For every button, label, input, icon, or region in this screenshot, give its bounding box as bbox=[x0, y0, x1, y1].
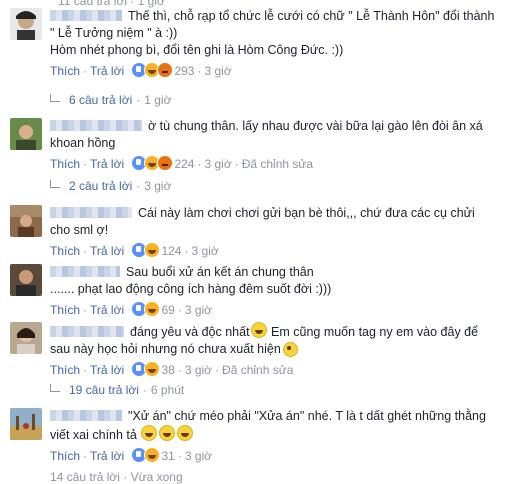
reply-button[interactable]: Trả lời bbox=[90, 363, 124, 377]
comment-actions: Thích · Trả lời 38 · 3 giờ · Đã chỉnh sửa bbox=[50, 361, 495, 379]
haha-reaction-icon bbox=[144, 242, 161, 258]
laughing-emoji-icon bbox=[159, 425, 176, 441]
reaction-count[interactable]: 293 bbox=[174, 64, 194, 78]
timestamp[interactable]: 3 giờ bbox=[204, 157, 231, 171]
haha-reaction-icon bbox=[144, 301, 161, 317]
reply-button[interactable]: Trả lời bbox=[90, 64, 124, 78]
laughing-emoji-icon bbox=[141, 425, 158, 441]
haha-reaction-icon bbox=[144, 447, 161, 463]
timestamp[interactable]: 3 giờ bbox=[185, 303, 212, 317]
reactions[interactable] bbox=[131, 301, 161, 322]
angry-reaction-icon bbox=[157, 155, 174, 171]
avatar[interactable] bbox=[10, 408, 42, 440]
avatar-image bbox=[10, 8, 42, 40]
avatar-image bbox=[10, 264, 42, 296]
comment-actions: Thích · Trả lời 31 · 3 giờ bbox=[50, 447, 495, 465]
timestamp[interactable]: 3 giờ bbox=[191, 244, 218, 258]
reaction-count[interactable]: 38 bbox=[161, 363, 174, 377]
author-name-blurred[interactable] bbox=[50, 410, 122, 421]
laughing-emoji-icon bbox=[177, 425, 194, 441]
comment-text: Sau buổi xử án kết án chung thân bbox=[126, 265, 314, 279]
avatar-image bbox=[10, 408, 42, 440]
comment-actions: Thích · Trả lời 224 · 3 giờ · Đã chỉnh sửa bbox=[50, 155, 495, 173]
reply-button[interactable]: Trả lời bbox=[90, 157, 124, 171]
view-replies[interactable]: 19 câu trả lời · 6 phút bbox=[50, 382, 184, 398]
next-replies-partial[interactable]: 14 câu trả lời · Vừa xong bbox=[50, 470, 183, 484]
edited-label[interactable]: Đã chỉnh sửa bbox=[242, 157, 313, 171]
reply-arrow-icon bbox=[50, 384, 60, 392]
avatar[interactable] bbox=[10, 322, 42, 354]
reactions[interactable] bbox=[131, 155, 174, 176]
avatar[interactable] bbox=[10, 264, 42, 296]
reply-arrow-icon bbox=[50, 180, 60, 188]
avatar[interactable] bbox=[10, 205, 42, 237]
avatar[interactable] bbox=[10, 118, 42, 150]
author-name-blurred[interactable] bbox=[50, 266, 120, 277]
haha-reaction-icon bbox=[144, 361, 161, 377]
reaction-count[interactable]: 224 bbox=[174, 157, 194, 171]
avatar-image bbox=[10, 322, 42, 354]
reaction-count[interactable]: 124 bbox=[161, 244, 181, 258]
previous-replies-link[interactable]: 11 câu trả lời · 1 giờ bbox=[58, 0, 165, 8]
like-button[interactable]: Thích bbox=[50, 449, 80, 463]
comment-text-line2: ....... phạt lao động công ích hàng đêm … bbox=[50, 282, 332, 296]
reaction-count[interactable]: 69 bbox=[161, 303, 174, 317]
reply-button[interactable]: Trả lời bbox=[90, 449, 124, 463]
comment-text-line2: Hòm nhét phong bì, đổi tên ghi là Hòm Cô… bbox=[50, 43, 344, 57]
comment-actions: Thích · Trả lời 69 · 3 giờ bbox=[50, 301, 495, 319]
reactions[interactable] bbox=[131, 447, 161, 468]
comment-text: đáng yêu và độc nhất bbox=[130, 325, 250, 339]
timestamp[interactable]: 3 giờ bbox=[204, 64, 231, 78]
previous-replies-partial: 11 câu trả lời · 1 giờ bbox=[0, 0, 509, 8]
like-button[interactable]: Thích bbox=[50, 157, 80, 171]
timestamp[interactable]: 3 giờ bbox=[185, 449, 212, 463]
avatar-image bbox=[10, 205, 42, 237]
avatar-image bbox=[10, 118, 42, 150]
avatar[interactable] bbox=[10, 8, 42, 40]
author-name-blurred[interactable] bbox=[50, 207, 132, 218]
reactions[interactable] bbox=[131, 242, 161, 263]
edited-label[interactable]: Đã chỉnh sửa bbox=[222, 363, 293, 377]
reactions[interactable] bbox=[131, 62, 174, 83]
timestamp[interactable]: 3 giờ bbox=[185, 363, 212, 377]
like-button[interactable]: Thích bbox=[50, 244, 80, 258]
view-replies[interactable]: 2 câu trả lời · 3 giờ bbox=[50, 178, 171, 194]
reaction-count[interactable]: 31 bbox=[161, 449, 174, 463]
author-name-blurred[interactable] bbox=[50, 10, 122, 21]
reply-button[interactable]: Trả lời bbox=[90, 244, 124, 258]
reply-arrow-icon bbox=[50, 94, 60, 102]
author-name-blurred[interactable] bbox=[50, 326, 124, 337]
laughing-emoji-icon bbox=[250, 322, 267, 338]
comment-actions: Thích · Trả lời 124 · 3 giờ bbox=[50, 242, 495, 260]
reactions[interactable] bbox=[131, 361, 161, 382]
view-replies[interactable]: 6 câu trả lời · 1 giờ bbox=[50, 92, 171, 108]
like-button[interactable]: Thích bbox=[50, 363, 80, 377]
peeking-emoji-icon bbox=[282, 341, 298, 357]
reply-button[interactable]: Trả lời bbox=[90, 303, 124, 317]
like-button[interactable]: Thích bbox=[50, 64, 80, 78]
angry-reaction-icon bbox=[157, 62, 174, 78]
author-name-blurred[interactable] bbox=[50, 120, 142, 131]
comment-actions: Thích · Trả lời 293 · 3 giờ bbox=[50, 62, 495, 80]
like-button[interactable]: Thích bbox=[50, 303, 80, 317]
